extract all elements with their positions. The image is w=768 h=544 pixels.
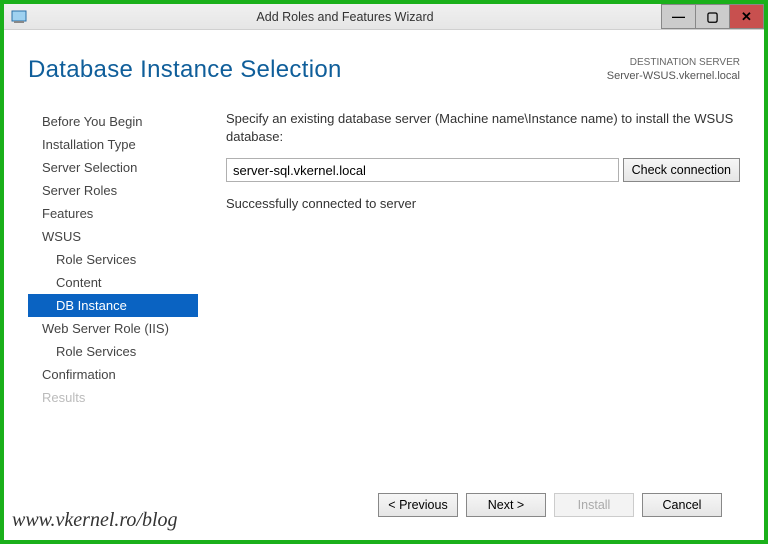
install-button: Install	[554, 493, 634, 517]
minimize-button[interactable]: —	[661, 4, 696, 29]
db-input-row: Check connection	[226, 158, 740, 182]
close-button[interactable]: ✕	[729, 4, 764, 29]
watermark-text: www.vkernel.ro/blog	[12, 509, 178, 532]
cancel-button[interactable]: Cancel	[642, 493, 722, 517]
sidebar-nav: Before You Begin Installation Type Serve…	[28, 110, 198, 480]
main-panel: Specify an existing database server (Mac…	[198, 110, 740, 480]
db-server-input[interactable]	[226, 158, 619, 182]
app-icon	[10, 8, 28, 26]
nav-before-you-begin[interactable]: Before You Begin	[28, 110, 198, 133]
titlebar: Add Roles and Features Wizard — ▢ ✕	[4, 4, 764, 30]
destination-server: DESTINATION SERVER Server-WSUS.vkernel.l…	[607, 56, 740, 83]
check-connection-button[interactable]: Check connection	[623, 158, 740, 182]
nav-iis-role-services[interactable]: Role Services	[28, 340, 198, 363]
window-controls: — ▢ ✕	[662, 4, 764, 29]
previous-button[interactable]: < Previous	[378, 493, 458, 517]
destination-value: Server-WSUS.vkernel.local	[607, 69, 740, 83]
nav-wsus[interactable]: WSUS	[28, 225, 198, 248]
nav-wsus-content[interactable]: Content	[28, 271, 198, 294]
window-title: Add Roles and Features Wizard	[28, 10, 662, 24]
nav-results: Results	[28, 386, 198, 409]
body-row: Before You Begin Installation Type Serve…	[28, 110, 740, 480]
nav-features[interactable]: Features	[28, 202, 198, 225]
nav-confirmation[interactable]: Confirmation	[28, 363, 198, 386]
page-title: Database Instance Selection	[28, 56, 342, 84]
instruction-text: Specify an existing database server (Mac…	[226, 110, 740, 146]
connection-status: Successfully connected to server	[226, 196, 740, 211]
content-area: Database Instance Selection DESTINATION …	[4, 30, 764, 540]
next-button[interactable]: Next >	[466, 493, 546, 517]
header-row: Database Instance Selection DESTINATION …	[28, 56, 740, 84]
maximize-button[interactable]: ▢	[695, 4, 730, 29]
nav-installation-type[interactable]: Installation Type	[28, 133, 198, 156]
nav-server-selection[interactable]: Server Selection	[28, 156, 198, 179]
nav-server-roles[interactable]: Server Roles	[28, 179, 198, 202]
destination-label: DESTINATION SERVER	[607, 56, 740, 69]
nav-wsus-db-instance[interactable]: DB Instance	[28, 294, 198, 317]
wizard-window: Add Roles and Features Wizard — ▢ ✕ Data…	[0, 0, 768, 544]
nav-web-server-role[interactable]: Web Server Role (IIS)	[28, 317, 198, 340]
nav-wsus-role-services[interactable]: Role Services	[28, 248, 198, 271]
